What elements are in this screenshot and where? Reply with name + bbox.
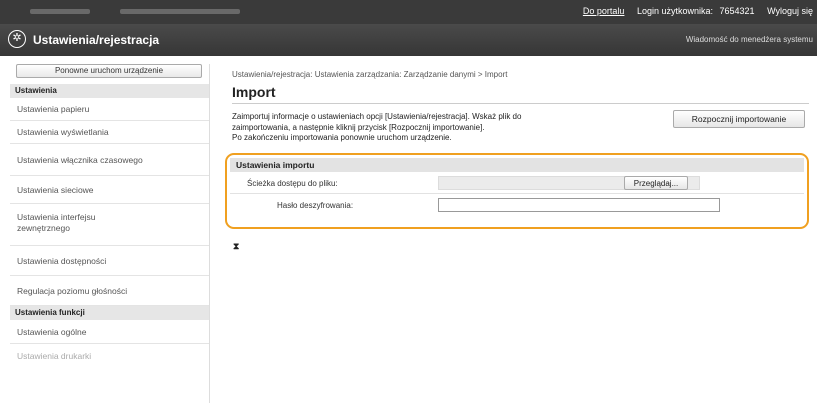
import-settings-heading: Ustawienia importu <box>230 158 804 172</box>
sidebar: Ponowne uruchom urządzenie Ustawienia Us… <box>10 64 210 403</box>
sidebar-item-accessibility-settings[interactable]: Ustawienia dostępności <box>10 246 209 276</box>
message-to-admin-link[interactable]: Wiadomość do menedżera systemu <box>686 35 813 44</box>
page-title: Import <box>232 84 276 100</box>
sidebar-item-network-settings[interactable]: Ustawienia sieciowe <box>10 176 209 204</box>
decryption-password-input[interactable] <box>438 198 720 212</box>
sidebar-item-volume-settings[interactable]: Regulacja poziomu głośności <box>10 276 209 306</box>
sidebar-heading-function-settings: Ustawienia funkcji <box>10 306 209 320</box>
description-line: zaimportowania, a następnie kliknij przy… <box>232 122 485 132</box>
blurred-device-name <box>120 9 240 14</box>
login-label: Login użytkownika: <box>636 6 713 16</box>
blurred-logo <box>30 9 90 14</box>
back-to-top-icon[interactable]: ⧗ <box>233 241 239 252</box>
top-links: Do portalu Login użytkownika: 7654321 Wy… <box>573 6 813 16</box>
sidebar-heading-settings: Ustawienia <box>10 84 209 98</box>
app-title: Ustawienia/rejestracja <box>33 33 160 47</box>
top-bar: Do portalu Login użytkownika: 7654321 Wy… <box>0 0 817 24</box>
sidebar-item-general-settings[interactable]: Ustawienia ogólne <box>10 320 209 344</box>
sidebar-item-timer-settings[interactable]: Ustawienia włącznika czasowego <box>10 144 209 176</box>
sidebar-item-paper-settings[interactable]: Ustawienia papieru <box>10 98 209 121</box>
settings-logo-icon: ✲ <box>8 30 26 48</box>
sidebar-item-printer-settings[interactable]: Ustawienia drukarki <box>10 344 209 368</box>
description-line: Zaimportuj informacje o ustawieniach opc… <box>232 112 522 121</box>
sidebar-item-display-settings[interactable]: Ustawienia wyświetlania <box>10 121 209 144</box>
import-description: Zaimportuj informacje o ustawieniach opc… <box>232 112 652 144</box>
title-divider <box>232 103 809 104</box>
decryption-password-label: Hasło deszyfrowania: <box>277 201 354 210</box>
browse-button[interactable]: Przeglądaj... <box>624 176 688 190</box>
description-line: Po zakończeniu importowania ponownie uru… <box>232 133 452 142</box>
user-id: 7654321 <box>719 6 755 16</box>
import-settings-panel: Ustawienia importu Ścieżka dostępu do pl… <box>225 153 809 229</box>
password-row: Hasło deszyfrowania: <box>230 194 804 216</box>
app-header: ✲ Ustawienia/rejestracja Wiadomość do me… <box>0 24 817 56</box>
portal-link[interactable]: Do portalu <box>583 6 625 16</box>
file-path-row: Ścieżka dostępu do pliku: Przeglądaj... <box>230 172 804 194</box>
file-path-label: Ścieżka dostępu do pliku: <box>247 179 338 188</box>
import-settings-inner: Ustawienia importu Ścieżka dostępu do pl… <box>230 158 804 224</box>
breadcrumb: Ustawienia/rejestracja: Ustawienia zarzą… <box>232 70 508 79</box>
sidebar-item-interface-settings[interactable]: Ustawienia interfejsu zewnętrznego <box>10 204 209 246</box>
restart-device-button[interactable]: Ponowne uruchom urządzenie <box>16 64 202 78</box>
start-import-button[interactable]: Rozpocznij importowanie <box>673 110 805 128</box>
logout-link[interactable]: Wyloguj się <box>767 6 813 16</box>
